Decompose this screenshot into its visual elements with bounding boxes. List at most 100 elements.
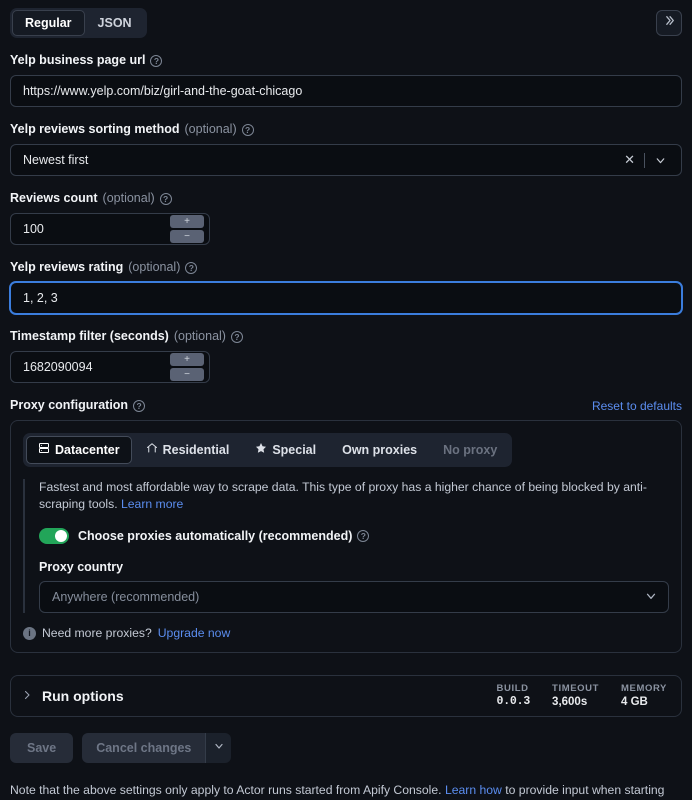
proxy-tab-label: No proxy <box>443 442 498 457</box>
label-reviews-rating: Yelp reviews rating (optional) ? <box>10 260 682 275</box>
help-icon[interactable]: ? <box>230 330 243 343</box>
run-options-stats: BUILD 0.0.3 TIMEOUT 3,600s MEMORY 4 GB <box>497 683 667 709</box>
label-text: Reviews count <box>10 191 98 205</box>
server-icon <box>38 442 50 458</box>
auto-proxy-toggle[interactable] <box>39 528 69 544</box>
stat-value: 0.0.3 <box>496 695 531 708</box>
form-topbar: Regular JSON <box>10 8 682 38</box>
help-icon[interactable]: ? <box>357 530 370 542</box>
stat-key: TIMEOUT <box>552 683 599 694</box>
chevrons-right-icon <box>663 14 676 32</box>
proxy-country-value: Anywhere (recommended) <box>52 590 200 604</box>
increment-button[interactable]: + <box>170 215 204 228</box>
label-text: Yelp business page url <box>10 53 146 67</box>
help-icon[interactable]: ? <box>185 261 198 274</box>
proxy-tab-residential[interactable]: Residential <box>134 436 242 464</box>
reviews-count-input[interactable]: 100 <box>11 222 170 236</box>
upgrade-now-link[interactable]: Upgrade now <box>158 626 231 640</box>
chevron-down-icon[interactable] <box>648 154 673 167</box>
decrement-button[interactable]: − <box>170 230 204 243</box>
clear-selection-icon[interactable]: ✕ <box>618 152 641 168</box>
label-text: Choose proxies automatically (recommende… <box>78 529 353 543</box>
run-options-header: Run options <box>21 688 124 704</box>
yelp-url-input[interactable]: https://www.yelp.com/biz/girl-and-the-go… <box>10 75 682 107</box>
proxy-tab-label: Datacenter <box>55 442 120 457</box>
help-icon[interactable]: ? <box>241 123 254 136</box>
proxy-panel-body: Fastest and most affordable way to scrap… <box>23 479 669 613</box>
field-reviews-rating: Yelp reviews rating (optional) ? 1, 2, 3 <box>10 260 682 314</box>
stepper-buttons: + − <box>170 353 209 381</box>
field-sorting-method: Yelp reviews sorting method (optional) ?… <box>10 122 682 176</box>
toggle-knob <box>55 530 67 542</box>
input-mode-segmented-control[interactable]: Regular JSON <box>10 8 147 38</box>
reset-to-defaults-link[interactable]: Reset to defaults <box>592 399 682 413</box>
field-reviews-count: Reviews count (optional) ? 100 + − <box>10 191 682 245</box>
label-proxy-configuration: Proxy configuration ? <box>10 398 146 413</box>
tab-json[interactable]: JSON <box>85 10 145 36</box>
proxy-tab-label: Special <box>272 442 317 457</box>
proxy-tab-label: Own proxies <box>342 442 418 457</box>
help-icon[interactable]: ? <box>133 399 146 412</box>
label-timestamp-filter: Timestamp filter (seconds) (optional) ? <box>10 329 682 344</box>
optional-tag: (optional) <box>173 329 226 343</box>
decrement-button[interactable]: − <box>170 368 204 381</box>
star-icon <box>255 442 267 458</box>
proxy-type-tabs[interactable]: Datacenter Residential Special Own proxi… <box>23 433 513 467</box>
label-yelp-url: Yelp business page url ? <box>10 53 682 68</box>
form-footnote: Note that the above settings only apply … <box>10 781 682 800</box>
stat-memory: MEMORY 4 GB <box>621 683 667 709</box>
increment-button[interactable]: + <box>170 353 204 366</box>
label-reviews-count: Reviews count (optional) ? <box>10 191 682 206</box>
save-button[interactable]: Save <box>10 733 74 763</box>
timestamp-filter-stepper[interactable]: 1682090094 + − <box>10 351 210 383</box>
info-icon: i <box>23 626 36 640</box>
home-icon <box>146 442 158 458</box>
label-text: Yelp reviews sorting method <box>10 122 180 136</box>
auto-proxy-toggle-row: Choose proxies automatically (recommende… <box>39 528 669 544</box>
chevron-down-icon[interactable] <box>644 589 658 606</box>
stat-value: 3,600s <box>552 696 588 708</box>
help-icon[interactable]: ? <box>159 192 172 205</box>
stepper-buttons: + − <box>170 215 209 243</box>
proxy-tab-no-proxy: No proxy <box>431 436 509 464</box>
timestamp-filter-input[interactable]: 1682090094 <box>11 360 170 374</box>
proxy-header: Proxy configuration ? Reset to defaults <box>10 398 682 413</box>
proxy-tab-label: Residential <box>162 442 230 457</box>
reviews-count-stepper[interactable]: 100 + − <box>10 213 210 245</box>
learn-more-link[interactable]: Learn more <box>121 497 183 511</box>
run-options-accordion[interactable]: Run options BUILD 0.0.3 TIMEOUT 3,600s M… <box>10 675 682 717</box>
label-text: Proxy configuration <box>10 398 129 412</box>
sorting-method-select[interactable]: Newest first ✕ <box>10 144 682 176</box>
field-timestamp-filter: Timestamp filter (seconds) (optional) ? … <box>10 329 682 383</box>
proxy-panel: Datacenter Residential Special Own proxi… <box>10 420 682 653</box>
stat-build: BUILD 0.0.3 <box>497 683 531 709</box>
help-icon[interactable]: ? <box>150 54 163 67</box>
cancel-changes-button[interactable]: Cancel changes <box>82 733 206 763</box>
field-yelp-url: Yelp business page url ? https://www.yel… <box>10 53 682 107</box>
optional-tag: (optional) <box>102 191 155 205</box>
select-divider <box>644 152 645 168</box>
chevron-right-icon <box>21 688 33 704</box>
stat-timeout: TIMEOUT 3,600s <box>552 683 599 709</box>
actor-input-form: Regular JSON Yelp business page url ? ht… <box>0 0 692 800</box>
reviews-rating-input[interactable]: 1, 2, 3 <box>10 282 682 314</box>
label-text: Timestamp filter (seconds) <box>10 329 169 343</box>
form-actions: Save Cancel changes <box>10 733 682 763</box>
cancel-changes-dropdown-button[interactable] <box>205 733 232 763</box>
expand-panel-button[interactable] <box>656 10 682 36</box>
proxy-tab-datacenter[interactable]: Datacenter <box>26 436 132 464</box>
proxy-tab-special[interactable]: Special <box>243 436 328 464</box>
run-options-label: Run options <box>42 688 124 704</box>
optional-tag: (optional) <box>128 260 181 274</box>
auto-proxy-toggle-label: Choose proxies automatically (recommende… <box>78 529 370 543</box>
label-sorting-method: Yelp reviews sorting method (optional) ? <box>10 122 682 137</box>
sorting-method-value: Newest first <box>23 153 89 167</box>
proxy-country-select[interactable]: Anywhere (recommended) <box>39 581 669 613</box>
proxy-description: Fastest and most affordable way to scrap… <box>39 479 669 513</box>
section-proxy-configuration: Proxy configuration ? Reset to defaults <box>10 398 682 653</box>
learn-how-link[interactable]: Learn how <box>445 783 502 797</box>
footnote-part1: Note that the above settings only apply … <box>10 783 442 797</box>
proxy-tab-own-proxies[interactable]: Own proxies <box>330 436 429 464</box>
tab-regular[interactable]: Regular <box>12 10 85 36</box>
stat-key: BUILD <box>496 683 529 694</box>
